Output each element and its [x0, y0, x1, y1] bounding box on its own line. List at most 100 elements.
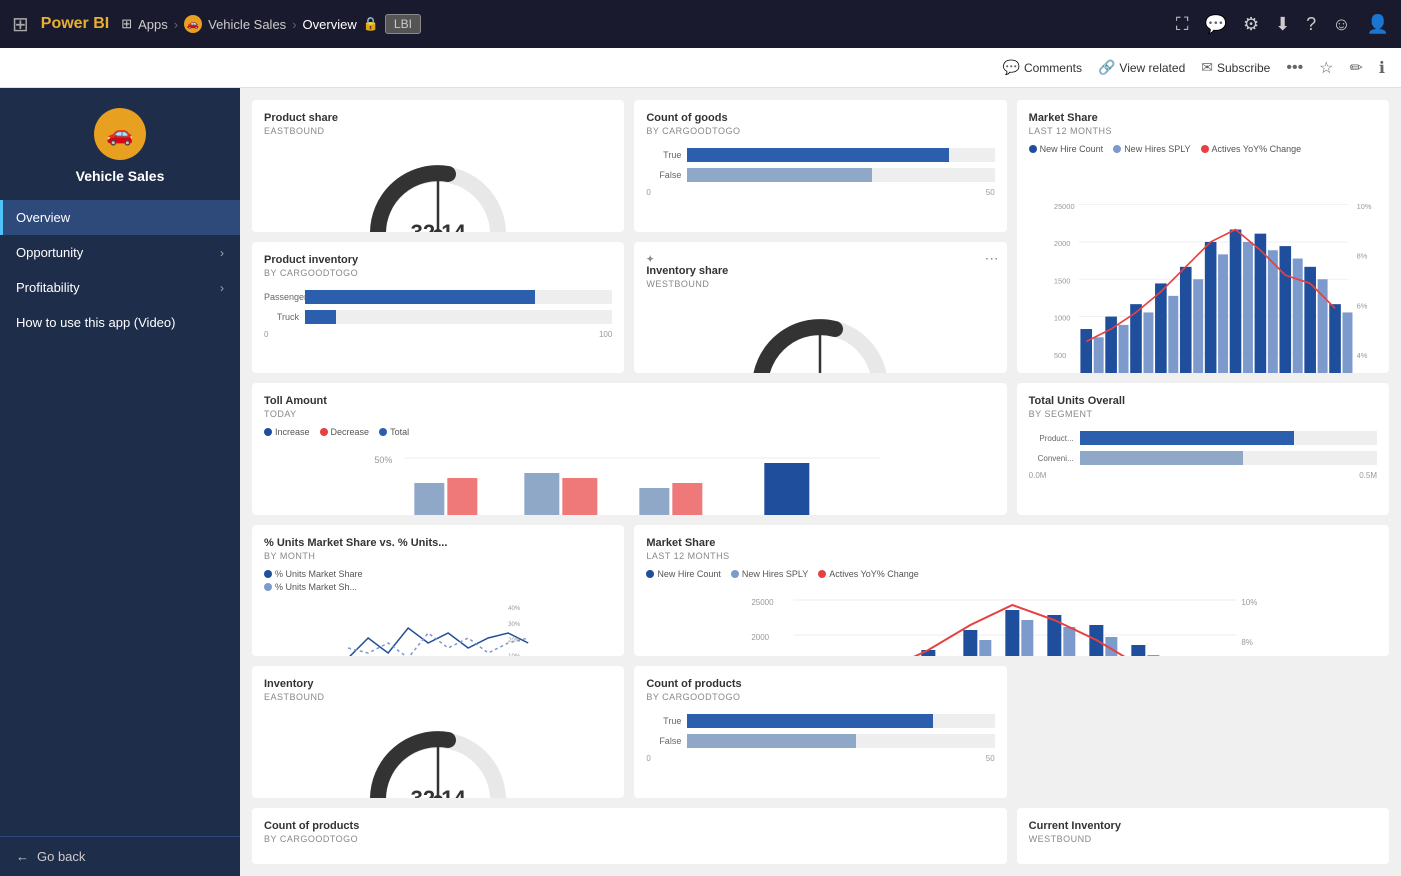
top-navigation: ⊞ Power BI ⊞ Apps › 🚗 Vehicle Sales › Ov…: [0, 0, 1401, 48]
svg-text:1000: 1000: [1054, 314, 1071, 323]
gauge-value: 32.14: [411, 220, 466, 232]
chevron-down-icon-2: ›: [220, 281, 224, 295]
count-of-goods-card: Count of goods BY CARGOODTOGO True False…: [634, 100, 1006, 232]
apps-link[interactable]: Apps: [138, 17, 168, 32]
bar-label-true-cp: True: [646, 716, 681, 726]
download-icon[interactable]: ⬇: [1275, 14, 1290, 35]
bar-fill-false-cp: [687, 734, 856, 748]
sidebar-bottom: ← Go back: [0, 836, 240, 876]
svg-text:10%: 10%: [1356, 202, 1371, 211]
legend2-dot-new-hire: [646, 570, 654, 578]
inventory-title: Inventory: [264, 678, 612, 690]
svg-text:10%: 10%: [508, 654, 521, 657]
count-products-chart: True False 0 50: [646, 710, 994, 767]
market-share2-svg: 25000 2000 1500 1000 500 10% 8% 6% 4%: [646, 585, 1377, 657]
svg-text:1500: 1500: [1054, 276, 1071, 285]
count-goods-subtitle: BY CARGOODTOGO: [646, 126, 994, 136]
sidebar-item-opportunity[interactable]: Opportunity ›: [0, 235, 240, 270]
inventory-share-subtitle: WESTBOUND: [646, 279, 994, 289]
axis-max-units: 0.5M: [1359, 471, 1377, 480]
breadcrumb: ⊞ Apps › 🚗 Vehicle Sales › Overview 🔒 LB…: [121, 14, 421, 34]
product-inventory-title: Product inventory: [264, 254, 612, 266]
product-share-card: Product share EASTBOUND 32.14 0.00 50.00…: [252, 100, 624, 232]
overview-breadcrumb: Overview: [303, 17, 357, 32]
svg-text:6%: 6%: [1356, 301, 1367, 310]
product-inventory-card: Product inventory BY CARGOODTOGO Passeng…: [252, 242, 624, 374]
svg-text:8%: 8%: [1242, 638, 1254, 647]
axis-max-inventory: 100: [599, 330, 612, 339]
pct-units-svg: Jan-14 Apr-14 Jul-14 Sep-14 40% 30% 20% …: [264, 598, 612, 657]
inventory-subtitle: EASTBOUND: [264, 692, 612, 702]
bar-conveni: Conveni...: [1029, 451, 1377, 465]
toll-subtitle: TODAY: [264, 409, 995, 419]
hbar-axis-inventory: 0 100: [264, 330, 612, 339]
bar-label-false: False: [646, 170, 681, 180]
count-products-title: Count of products: [646, 678, 994, 690]
comments-button[interactable]: 💬 Comments: [1003, 59, 1082, 76]
current-inventory-title: Current Inventory: [1029, 820, 1377, 832]
legend2-dot-sply: [731, 570, 739, 578]
grid-icon[interactable]: ⊞: [12, 12, 29, 37]
svg-text:8%: 8%: [1356, 252, 1367, 261]
help-icon[interactable]: ?: [1306, 14, 1316, 35]
market-share-card: Market Share LAST 12 MONTHS New Hire Cou…: [1017, 100, 1389, 373]
view-related-button[interactable]: 🔗 View related: [1098, 59, 1185, 76]
sidebar-item-video[interactable]: How to use this app (Video): [0, 305, 240, 340]
axis-min-inventory: 0: [264, 330, 268, 339]
emoji-icon[interactable]: ☺: [1332, 14, 1350, 35]
go-back-button[interactable]: ← Go back: [16, 849, 224, 864]
legend-dot-new-hire: [1029, 145, 1037, 153]
fullscreen-icon[interactable]: ⛶: [1176, 14, 1189, 35]
inventory-share-card: ⋯ ✦ Inventory share WESTBOUND 43.60 0.00…: [634, 242, 1006, 374]
vehicle-sales-link[interactable]: Vehicle Sales: [208, 17, 286, 32]
settings-icon[interactable]: ⚙: [1243, 14, 1259, 35]
market-share-bottom-title: Market Share: [646, 537, 1377, 549]
axis-min: 0: [646, 188, 650, 197]
sep1: ›: [174, 17, 178, 32]
more-options-icon[interactable]: •••: [1286, 59, 1303, 77]
bar-true-cp: True: [646, 714, 994, 728]
subscribe-button[interactable]: ✉ Subscribe: [1201, 59, 1270, 76]
legend-dot-actives: [1201, 145, 1209, 153]
bar-truck: Truck: [264, 310, 612, 324]
legend-label-actives: Actives YoY% Change: [1212, 144, 1302, 154]
bar-product: Product...: [1029, 431, 1377, 445]
info-icon[interactable]: ℹ: [1379, 58, 1385, 78]
lock-icon: 🔒: [363, 16, 379, 32]
legend2-sply: New Hires SPLY: [731, 569, 808, 579]
legend-increase: Increase: [264, 427, 310, 437]
card-menu-icon[interactable]: ⋯: [985, 250, 999, 267]
sidebar-item-profitability[interactable]: Profitability ›: [0, 270, 240, 305]
bar-fill-true: [687, 148, 948, 162]
count-products2-card: Count of products BY CARGOODTOGO: [252, 808, 1007, 864]
market-share-title: Market Share: [1029, 112, 1377, 124]
product-share-gauge: 32.14: [264, 144, 612, 232]
bar-track-product: [1080, 431, 1377, 445]
bar-label-truck: Truck: [264, 312, 299, 322]
product-inventory-chart: Passenger Truck 0 100: [264, 286, 612, 343]
legend2-actives: Actives YoY% Change: [818, 569, 919, 579]
sidebar-item-overview[interactable]: Overview: [0, 200, 240, 235]
total-units-subtitle: BY SEGMENT: [1029, 409, 1377, 419]
count-products-card: Count of products BY CARGOODTOGO True Fa…: [634, 666, 1006, 798]
legend-pct1: % Units Market Share: [264, 569, 612, 579]
bar-track-truck: [305, 310, 612, 324]
axis-min-cp: 0: [646, 754, 650, 763]
bar-fill-truck: [305, 310, 336, 324]
user-icon[interactable]: 👤: [1367, 14, 1389, 35]
legend2-new-hire: New Hire Count: [646, 569, 721, 579]
axis-max-cp: 50: [986, 754, 995, 763]
legend-pct2: % Units Market Sh...: [264, 582, 612, 592]
legend-new-hire: New Hire Count: [1029, 144, 1104, 154]
product-inventory-subtitle: BY CARGOODTOGO: [264, 268, 612, 278]
lbi-badge: LBI: [385, 14, 421, 34]
count-goods-chart: True False 0 50: [646, 144, 994, 201]
comments-icon: 💬: [1003, 59, 1020, 76]
bar-false: False: [646, 168, 994, 182]
toll-title: Toll Amount: [264, 395, 995, 407]
edit-icon[interactable]: ✏: [1350, 58, 1363, 78]
hbar-axis-cp: 0 50: [646, 754, 994, 763]
legend-dot-pct1: [264, 570, 272, 578]
comment-icon[interactable]: 💬: [1205, 14, 1227, 35]
bookmark-icon[interactable]: ☆: [1319, 58, 1333, 78]
